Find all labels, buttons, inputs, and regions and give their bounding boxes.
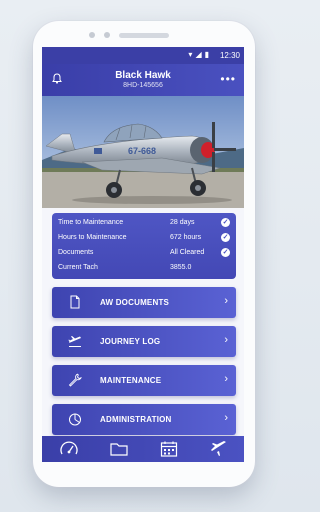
pie-chart-icon <box>69 413 81 426</box>
airplane-icon <box>68 336 81 347</box>
summary-label: Time to Maintenance <box>58 219 124 226</box>
folder-icon[interactable] <box>109 440 129 458</box>
bottom-navigation <box>42 436 244 462</box>
summary-value: 28 days <box>170 219 195 226</box>
chevron-right-icon: › <box>224 295 228 307</box>
summary-row: Current Tach 3855.0 <box>58 261 230 275</box>
sensor <box>104 32 110 38</box>
chevron-right-icon: › <box>224 412 228 424</box>
menu-label: AW DOCUMENTS <box>100 298 170 307</box>
administration-button[interactable]: ADMINISTRATION › <box>52 404 236 435</box>
app-header: Black Hawk 8HD-145656 ••• <box>42 64 244 96</box>
status-bar: ▾◢▮ 12:30 <box>42 47 244 64</box>
journey-log-button[interactable]: JOURNEY LOG › <box>52 326 236 357</box>
aircraft-photo: 67-668 <box>42 96 244 208</box>
registration-text: 67-668 <box>128 146 156 156</box>
chevron-right-icon: › <box>224 373 228 385</box>
summary-label: Hours to Maintenance <box>58 234 127 241</box>
summary-value: 3855.0 <box>170 264 192 271</box>
document-icon <box>70 295 80 309</box>
calendar-icon[interactable] <box>159 440 179 458</box>
wrench-icon <box>68 373 82 387</box>
airplane-icon[interactable] <box>209 440 229 458</box>
front-camera <box>89 32 95 38</box>
speaker-grille <box>119 33 169 38</box>
check-icon: ✓ <box>221 248 230 257</box>
summary-value: 672 hours <box>170 234 202 241</box>
summary-row: Documents All Cleared ✓ <box>58 246 230 260</box>
speedometer-icon[interactable] <box>59 440 79 458</box>
summary-row: Time to Maintenance 28 days ✓ <box>58 216 230 230</box>
more-options-icon[interactable]: ••• <box>220 72 236 86</box>
app-screen: ▾◢▮ 12:30 Black Hawk 8HD-145656 ••• 67-6… <box>42 47 244 462</box>
summary-row: Hours to Maintenance 672 hours ✓ <box>58 231 230 245</box>
summary-value: All Cleared <box>170 249 205 256</box>
maintenance-summary-card: Time to Maintenance 28 days ✓ Hours to M… <box>52 213 236 279</box>
check-icon: ✓ <box>221 218 230 227</box>
status-icons: ▾◢▮ <box>188 50 212 59</box>
maintenance-button[interactable]: MAINTENANCE › <box>52 365 236 396</box>
check-icon: ✓ <box>221 233 230 242</box>
chevron-right-icon: › <box>224 334 228 346</box>
menu-label: ADMINISTRATION <box>100 415 172 424</box>
aw-documents-button[interactable]: AW DOCUMENTS › <box>52 287 236 318</box>
aircraft-id: 8HD-145656 <box>123 82 163 89</box>
aircraft-name: Black Hawk <box>115 70 171 81</box>
status-time: 12:30 <box>219 51 240 60</box>
summary-label: Current Tach <box>58 264 98 271</box>
menu-label: MAINTENANCE <box>100 376 162 385</box>
summary-label: Documents <box>58 249 94 256</box>
menu-label: JOURNEY LOG <box>100 337 161 346</box>
